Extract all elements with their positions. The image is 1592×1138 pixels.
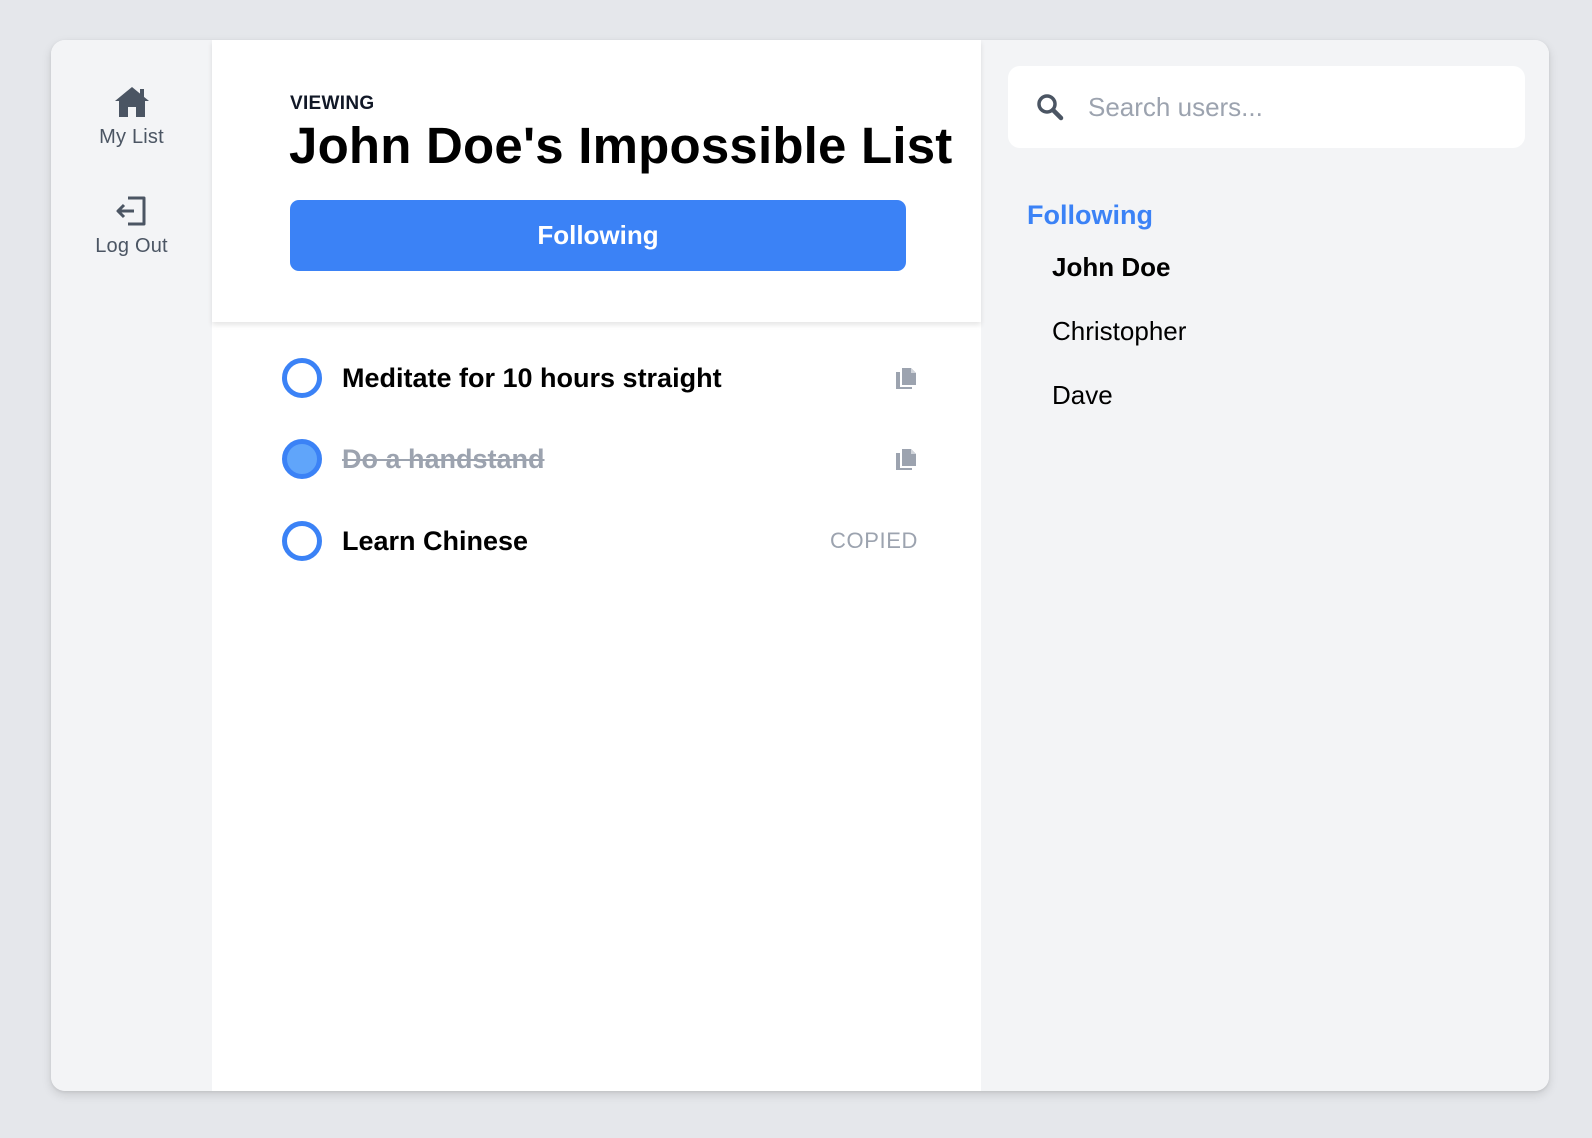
search-input[interactable]: [1086, 90, 1506, 124]
item-checkbox-checked[interactable]: [282, 439, 322, 479]
item-text: Do a handstand: [342, 443, 545, 474]
search-box: [1008, 66, 1525, 148]
left-nav: My List Log Out: [51, 40, 212, 1091]
nav-log-out-label: Log Out: [95, 235, 168, 257]
list-item: Do a handstand: [282, 437, 918, 481]
following-button[interactable]: Following: [290, 200, 906, 271]
viewing-label: VIEWING: [290, 93, 375, 114]
item-checkbox[interactable]: [282, 358, 322, 398]
list-header: VIEWING John Doe's Impossible List Follo…: [212, 40, 981, 322]
copied-status: COPIED: [830, 528, 918, 553]
home-icon: [113, 84, 151, 120]
user-item-dave[interactable]: Dave: [1052, 380, 1113, 411]
item-text: Meditate for 10 hours straight: [342, 362, 722, 393]
page-title: John Doe's Impossible List: [289, 117, 953, 174]
nav-log-out[interactable]: Log Out: [51, 193, 212, 258]
item-checkbox[interactable]: [282, 521, 322, 561]
logout-icon: [114, 193, 150, 229]
user-item-christopher[interactable]: Christopher: [1052, 316, 1186, 347]
list-item: Meditate for 10 hours straight: [282, 356, 918, 400]
list-panel: VIEWING John Doe's Impossible List Follo…: [212, 40, 981, 1091]
item-text: Learn Chinese: [342, 525, 529, 556]
search-icon: [1036, 93, 1064, 121]
following-heading: Following: [1027, 200, 1153, 230]
users-sidebar: Following John Doe Christopher Dave: [981, 40, 1549, 1091]
nav-my-list[interactable]: My List: [51, 84, 212, 149]
user-item-john-doe[interactable]: John Doe: [1052, 252, 1170, 283]
nav-my-list-label: My List: [99, 126, 164, 148]
app-window: My List Log Out VIEWING John Doe's Impos…: [51, 40, 1549, 1091]
copy-icon[interactable]: [894, 446, 918, 472]
copy-icon[interactable]: [894, 365, 918, 391]
list-item: Learn Chinese COPIED: [282, 519, 918, 563]
